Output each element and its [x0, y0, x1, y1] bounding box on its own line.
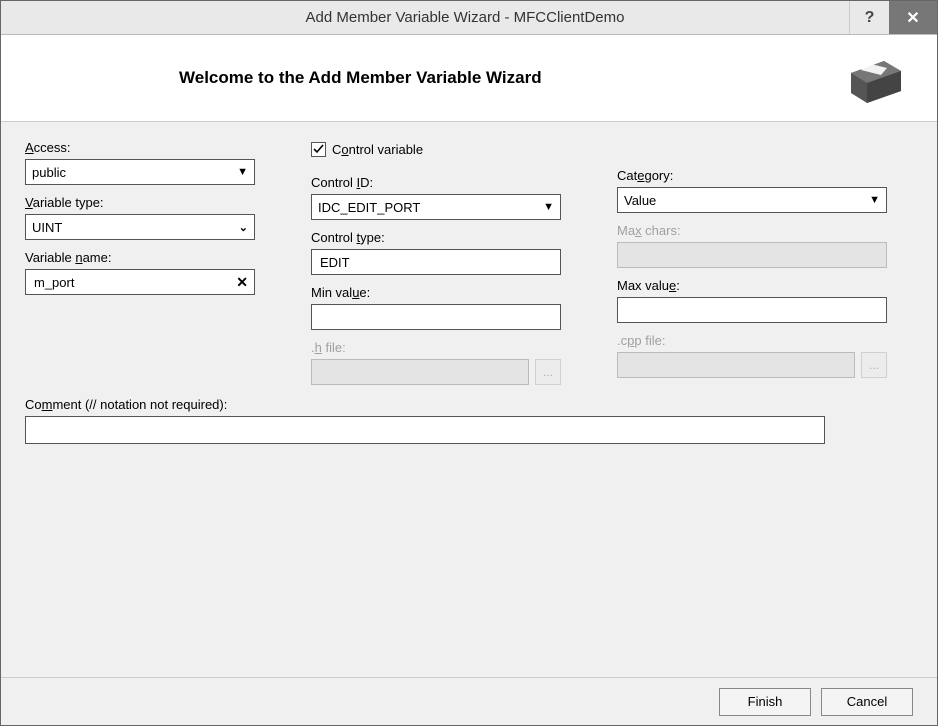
- max-chars-label: Max chars:: [617, 223, 887, 238]
- wizard-window: Add Member Variable Wizard - MFCClientDe…: [0, 0, 938, 726]
- category-value: Value: [624, 193, 863, 208]
- control-variable-checkbox[interactable]: Control variable: [311, 142, 561, 157]
- footer: Finish Cancel: [1, 677, 937, 725]
- category-label: Category:: [617, 168, 887, 183]
- clear-icon[interactable]: ✕: [230, 274, 248, 291]
- titlebar: Add Member Variable Wizard - MFCClientDe…: [1, 1, 937, 35]
- banner-heading: Welcome to the Add Member Variable Wizar…: [179, 68, 542, 88]
- comment-label: Comment (// notation not required):: [25, 397, 227, 412]
- box-icon: [839, 53, 909, 103]
- variable-type-value: UINT: [32, 220, 233, 235]
- column-access: Access: public ▼ Variable type: UINT ⌄ V…: [25, 140, 255, 385]
- access-dropdown[interactable]: public ▼: [25, 159, 255, 185]
- min-value-label: Min value:: [311, 285, 561, 300]
- chevron-down-icon: ▼: [237, 166, 248, 178]
- variable-name-label: Variable name:: [25, 250, 255, 265]
- column-control: Control variable Control ID: IDC_EDIT_PO…: [311, 140, 561, 385]
- h-file-label: .h file:: [311, 340, 561, 355]
- cpp-file-input: [617, 352, 855, 378]
- titlebar-controls: ? ✕: [849, 1, 937, 34]
- banner: Welcome to the Add Member Variable Wizar…: [1, 35, 937, 122]
- control-id-dropdown[interactable]: IDC_EDIT_PORT ▼: [311, 194, 561, 220]
- control-id-value: IDC_EDIT_PORT: [318, 200, 537, 215]
- control-id-label: Control ID:: [311, 175, 561, 190]
- category-dropdown[interactable]: Value ▼: [617, 187, 887, 213]
- close-button[interactable]: ✕: [889, 1, 937, 34]
- max-value-input[interactable]: [617, 297, 887, 323]
- cpp-file-browse-button: ...: [861, 352, 887, 378]
- chevron-down-icon: ▼: [543, 201, 554, 213]
- variable-name-field[interactable]: [32, 270, 230, 294]
- control-type-input: [311, 249, 561, 275]
- variable-name-input[interactable]: ✕: [25, 269, 255, 295]
- checkbox-icon: [311, 142, 326, 157]
- variable-type-label: Variable type:: [25, 195, 255, 210]
- access-label: Access:: [25, 140, 255, 155]
- min-value-field[interactable]: [318, 305, 554, 329]
- control-type-label: Control type:: [311, 230, 561, 245]
- help-button[interactable]: ?: [849, 1, 889, 34]
- min-value-input[interactable]: [311, 304, 561, 330]
- h-file-browse-button: ...: [535, 359, 561, 385]
- control-type-value: [318, 250, 554, 274]
- max-chars-input: [617, 242, 887, 268]
- variable-type-dropdown[interactable]: UINT ⌄: [25, 214, 255, 240]
- max-chars-field: [624, 243, 880, 267]
- chevron-down-icon: ⌄: [239, 221, 248, 234]
- cpp-file-field: [624, 353, 848, 377]
- chevron-down-icon: ▼: [869, 194, 880, 206]
- control-variable-label: Control variable: [332, 142, 423, 157]
- max-value-label: Max value:: [617, 278, 887, 293]
- h-file-field: [318, 360, 522, 384]
- h-file-input: [311, 359, 529, 385]
- column-category: Category: Value ▼ Max chars: Max value: …: [617, 140, 887, 385]
- access-value: public: [32, 165, 231, 180]
- finish-button[interactable]: Finish: [719, 688, 811, 716]
- max-value-field[interactable]: [624, 298, 880, 322]
- cpp-file-label: .cpp file:: [617, 333, 887, 348]
- comment-field[interactable]: [26, 417, 824, 443]
- form-body: Access: public ▼ Variable type: UINT ⌄ V…: [1, 122, 937, 677]
- comment-section: Comment (// notation not required):: [25, 397, 913, 444]
- comment-input[interactable]: [25, 416, 825, 444]
- cancel-button[interactable]: Cancel: [821, 688, 913, 716]
- window-title: Add Member Variable Wizard - MFCClientDe…: [1, 9, 849, 26]
